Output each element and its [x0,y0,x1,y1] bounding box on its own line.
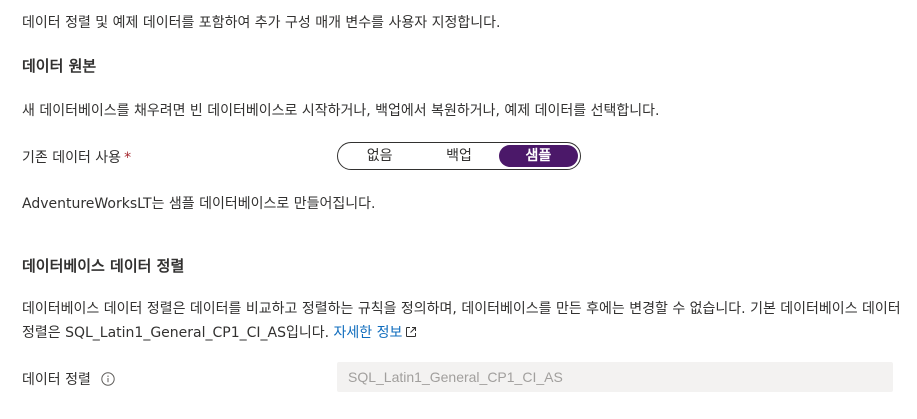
settings-panel: 데이터 정렬 및 예제 데이터를 포함하여 추가 구성 매개 변수를 사용자 지… [0,0,917,419]
option-backup[interactable]: 백업 [419,145,498,167]
collation-description-text: 데이터베이스 데이터 정렬은 데이터를 비교하고 정렬하는 규칙을 정의하며, … [22,301,901,341]
use-existing-data-label: 기존 데이터 사용 * [22,147,131,167]
sample-note: AdventureWorksLT는 샘플 데이터베이스로 만들어집니다. [22,196,376,212]
data-source-heading: 데이터 원본 [22,57,97,75]
collation-description: 데이터베이스 데이터 정렬은 데이터를 비교하고 정렬하는 규칙을 정의하며, … [22,297,902,345]
option-none[interactable]: 없음 [340,145,419,167]
use-existing-data-label-text: 기존 데이터 사용 [22,150,122,166]
collation-heading: 데이터베이스 데이터 정렬 [22,257,185,275]
collation-field-label-text: 데이터 정렬 [22,372,91,388]
info-icon[interactable] [101,372,115,386]
required-marker: * [124,150,132,166]
external-link-icon [406,327,417,337]
collation-input[interactable] [337,362,893,392]
use-existing-data-toggle: 없음 백업 샘플 [337,142,581,170]
collation-field-label: 데이터 정렬 [22,369,115,389]
option-sample[interactable]: 샘플 [498,145,578,167]
intro-text: 데이터 정렬 및 예제 데이터를 포함하여 추가 구성 매개 변수를 사용자 지… [22,15,501,31]
learn-more-link-text: 자세한 정보 [333,325,403,341]
data-source-description: 새 데이터베이스를 채우려면 빈 데이터베이스로 시작하거나, 백업에서 복원하… [22,103,660,119]
learn-more-link[interactable]: 자세한 정보 [334,325,418,341]
